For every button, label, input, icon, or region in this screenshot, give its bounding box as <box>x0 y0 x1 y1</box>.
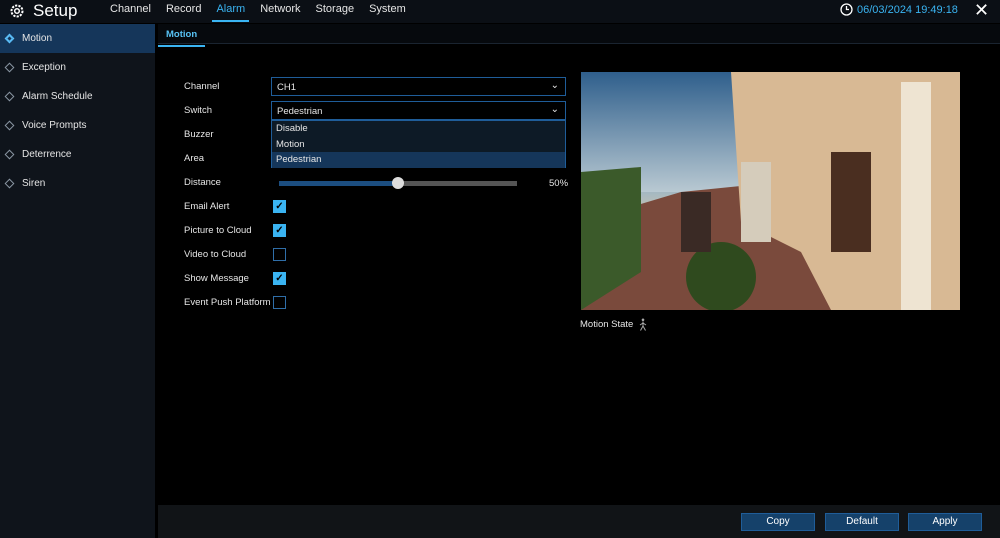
apply-button[interactable]: Apply <box>908 513 982 531</box>
subtab-bar: Motion <box>158 24 1000 47</box>
sidebar-item-motion[interactable]: Motion <box>0 24 155 53</box>
diamond-icon <box>4 33 15 44</box>
checkbox-show-message[interactable]: ✓ <box>273 272 286 285</box>
switch-dropdown: Disable Motion Pedestrian <box>271 120 566 168</box>
diamond-icon <box>4 178 15 189</box>
setup-header: Setup <box>9 1 77 21</box>
tab-record[interactable]: Record <box>166 0 201 22</box>
tab-alarm[interactable]: Alarm <box>212 0 250 22</box>
switch-value: Pedestrian <box>277 106 323 117</box>
slider-knob[interactable] <box>392 177 404 189</box>
copy-button[interactable]: Copy <box>741 513 815 531</box>
clock-icon <box>840 3 853 16</box>
diamond-icon <box>4 62 15 73</box>
switch-select[interactable]: Pedestrian ⌄ <box>271 101 566 120</box>
bottom-bar: Copy Default Apply <box>158 505 1000 538</box>
channel-label: Channel <box>184 81 220 92</box>
checkbox-picture-to-cloud[interactable]: ✓ <box>273 224 286 237</box>
area-label: Area <box>184 153 205 164</box>
checkbox-email-alert[interactable]: ✓ <box>273 200 286 213</box>
distance-label: Distance <box>184 177 221 188</box>
camera-preview <box>581 72 960 310</box>
sidebar-item-label: Deterrence <box>22 149 72 160</box>
checkbox-label: Video to Cloud <box>184 249 247 260</box>
diamond-icon <box>4 149 15 160</box>
sidebar: Motion Exception Alarm Schedule Voice Pr… <box>0 24 155 538</box>
sidebar-item-deterrence[interactable]: Deterrence <box>0 140 155 169</box>
checkbox-event-push-platform[interactable] <box>273 296 286 309</box>
distance-slider[interactable] <box>279 177 517 189</box>
tab-network[interactable]: Network <box>260 0 300 22</box>
sidebar-item-alarm-schedule[interactable]: Alarm Schedule <box>0 82 155 111</box>
close-icon[interactable]: ✕ <box>974 0 989 21</box>
buzzer-label: Buzzer <box>184 129 214 140</box>
sidebar-item-voice-prompts[interactable]: Voice Prompts <box>0 111 155 140</box>
tab-storage[interactable]: Storage <box>316 0 355 22</box>
pedestrian-icon <box>640 318 647 331</box>
distance-value: 50% <box>549 178 569 189</box>
slider-fill <box>279 181 398 186</box>
option-pedestrian[interactable]: Pedestrian <box>272 152 565 168</box>
page-title: Setup <box>33 1 78 20</box>
gear-icon <box>10 4 24 18</box>
top-bar: Setup Channel Record Alarm Network Stora… <box>0 0 1000 23</box>
channel-value: CH1 <box>277 82 297 93</box>
motion-state: Motion State <box>580 318 648 331</box>
chevron-down-icon: ⌄ <box>550 104 559 115</box>
sidebar-item-label: Exception <box>22 62 66 73</box>
tab-channel[interactable]: Channel <box>110 0 151 22</box>
switch-label: Switch <box>184 105 212 116</box>
channel-select[interactable]: CH1 ⌄ <box>271 77 566 96</box>
default-button[interactable]: Default <box>825 513 899 531</box>
checkbox-label: Email Alert <box>184 201 230 212</box>
chevron-down-icon: ⌄ <box>550 80 559 91</box>
datetime: 06/03/2024 19:49:18 <box>857 3 958 16</box>
subtab-motion[interactable]: Motion <box>158 24 206 47</box>
option-motion[interactable]: Motion <box>272 137 565 153</box>
checkbox-video-to-cloud[interactable] <box>273 248 286 261</box>
motion-state-label: Motion State <box>580 319 634 330</box>
sidebar-item-exception[interactable]: Exception <box>0 53 155 82</box>
sidebar-item-label: Motion <box>22 33 53 44</box>
sidebar-item-label: Siren <box>22 178 46 189</box>
checkbox-label: Show Message <box>184 273 249 284</box>
diamond-icon <box>4 120 15 131</box>
checkbox-label: Picture to Cloud <box>184 225 252 236</box>
checkbox-label: Event Push Platform <box>184 297 271 308</box>
diamond-icon <box>4 91 15 102</box>
sidebar-item-label: Alarm Schedule <box>22 91 93 102</box>
option-disable[interactable]: Disable <box>272 121 565 137</box>
sidebar-item-siren[interactable]: Siren <box>0 169 155 198</box>
clock: 06/03/2024 19:49:18 <box>840 3 958 16</box>
tab-system[interactable]: System <box>369 0 406 22</box>
sidebar-item-label: Voice Prompts <box>22 120 87 131</box>
